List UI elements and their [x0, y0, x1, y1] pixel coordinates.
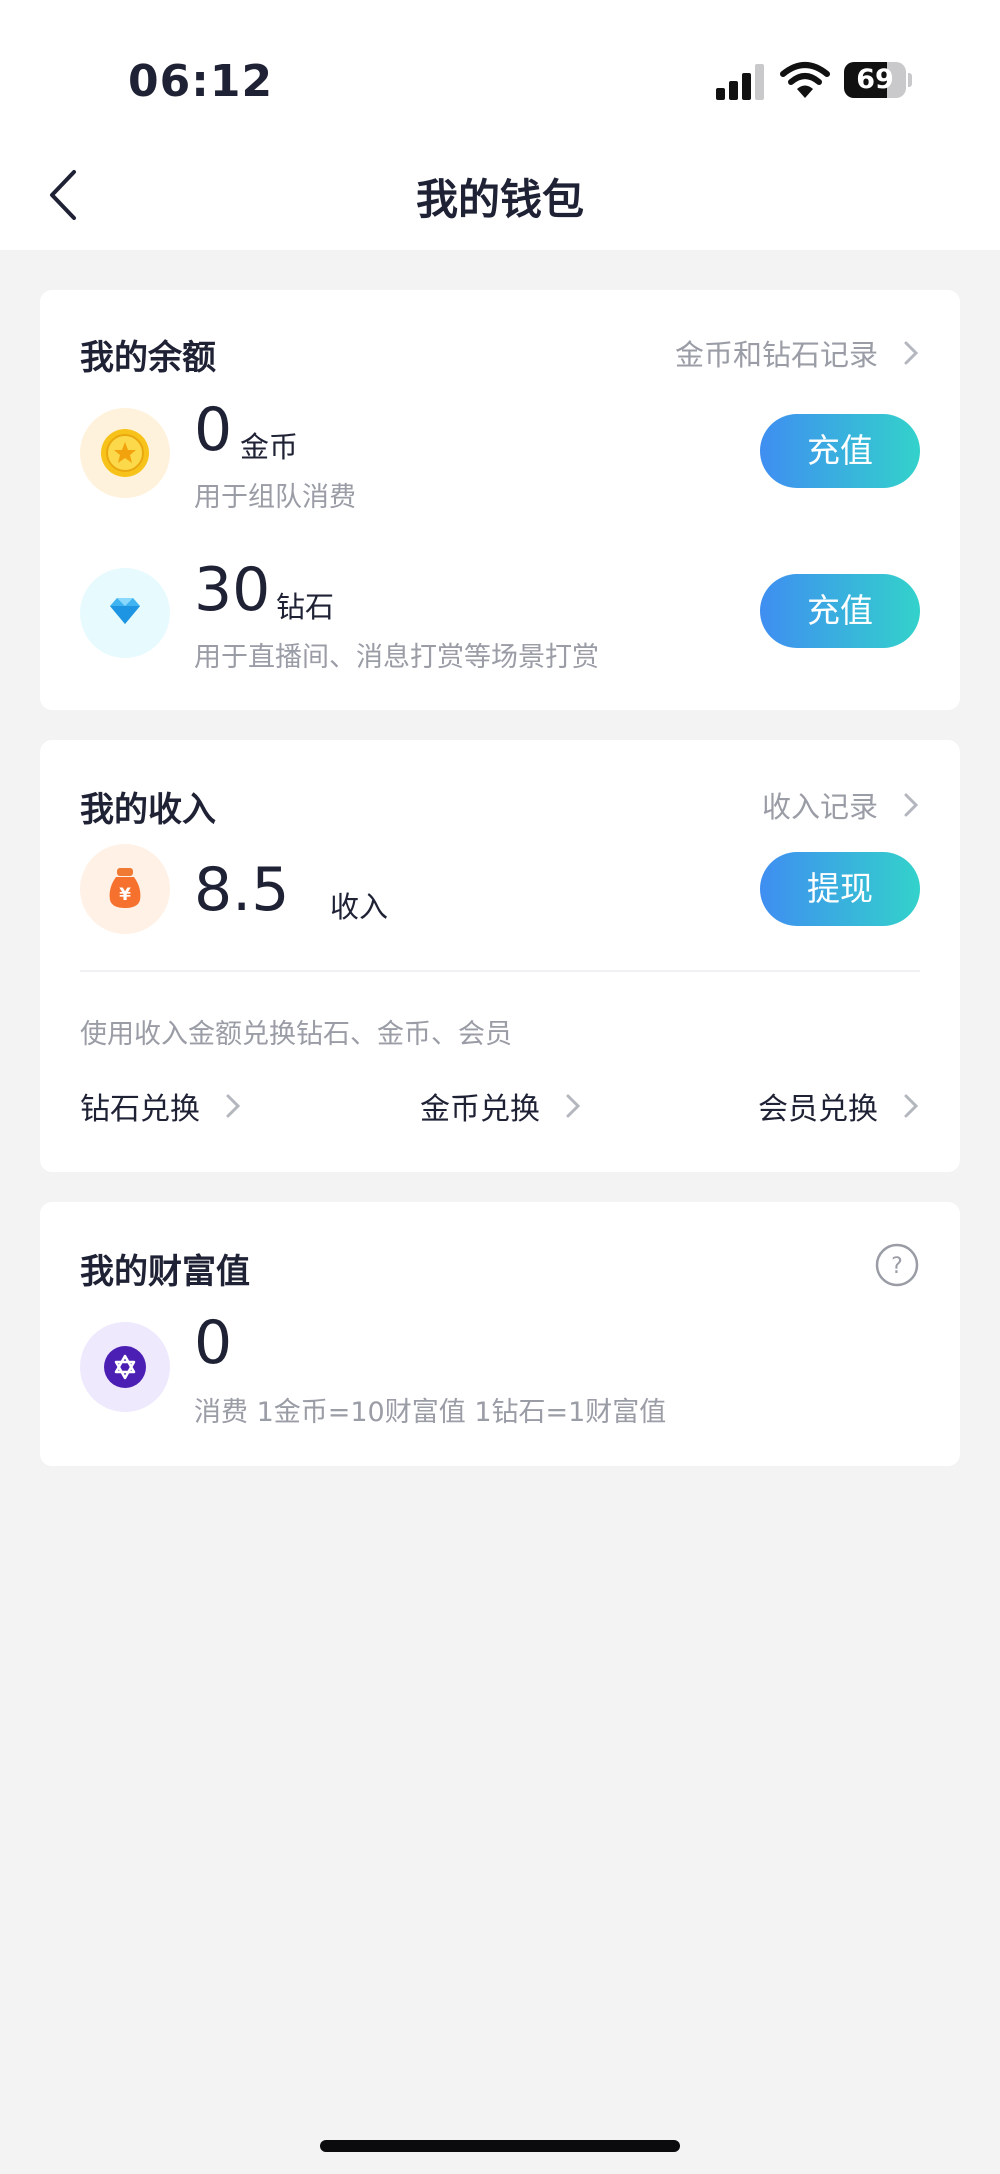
member-exchange-link[interactable]: 会员兑换 — [758, 1084, 920, 1128]
status-time: 06:12 — [128, 56, 274, 107]
wealth-description: 消费 1金币=10财富值 1钻石=1财富值 — [194, 1397, 667, 1428]
chevron-right-icon — [904, 1094, 919, 1118]
diamond-amount: 30 — [194, 555, 271, 625]
battery-indicator: 69 — [844, 62, 912, 98]
chevron-right-icon — [566, 1094, 581, 1118]
cellular-signal-icon — [716, 64, 764, 100]
money-bag-icon: ¥ — [80, 844, 170, 934]
coin-exchange-link[interactable]: 金币兑换 — [420, 1084, 582, 1128]
income-record-label: 收入记录 — [761, 790, 878, 824]
balance-card: 我的余额 金币和钻石记录 0 金币 用于组队消费 充值 30 钻石 用于直播间、… — [40, 290, 960, 710]
income-record-link[interactable]: 收入记录 — [762, 784, 920, 826]
diamond-recharge-button[interactable]: 充值 — [760, 574, 920, 648]
home-indicator — [320, 2140, 680, 2152]
balance-title: 我的余额 — [80, 338, 216, 378]
wealth-title: 我的财富值 — [80, 1252, 250, 1292]
income-amount: 8.5 — [194, 855, 290, 925]
chevron-right-icon — [904, 793, 919, 817]
diamond-description: 用于直播间、消息打赏等场景打赏 — [194, 642, 599, 673]
income-divider — [80, 970, 920, 972]
wifi-icon — [780, 62, 830, 98]
help-question-icon[interactable]: ? — [874, 1242, 920, 1288]
member-exchange-label: 会员兑换 — [758, 1092, 878, 1127]
page-title: 我的钱包 — [415, 175, 584, 224]
diamond-exchange-link[interactable]: 钻石兑换 — [80, 1084, 242, 1128]
chevron-right-icon — [904, 341, 919, 365]
svg-text:¥: ¥ — [119, 885, 131, 905]
income-card: 我的收入 收入记录 ¥ 8.5 收入 提现 使用收入金额兑换钻石、金币、会员 钻… — [40, 740, 960, 1172]
wealth-amount: 0 — [194, 1308, 233, 1378]
svg-text:?: ? — [891, 1254, 903, 1279]
coin-icon — [80, 408, 170, 498]
coin-description: 用于组队消费 — [194, 482, 356, 513]
diamond-exchange-label: 钻石兑换 — [80, 1092, 200, 1127]
wealth-card: 我的财富值 ? 0 消费 1金币=10财富值 1钻石=1财富值 — [40, 1202, 960, 1466]
top-bar: 06:12 69 我的钱包 — [0, 0, 1000, 250]
diamond-icon — [80, 568, 170, 658]
chevron-right-icon — [226, 1094, 241, 1118]
record-link-label: 金币和钻石记录 — [674, 338, 878, 372]
coin-exchange-label: 金币兑换 — [420, 1092, 540, 1127]
income-title: 我的收入 — [80, 790, 216, 830]
wealth-star-icon — [80, 1322, 170, 1412]
exchange-note: 使用收入金额兑换钻石、金币、会员 — [80, 1019, 512, 1050]
coin-amount: 0 — [194, 395, 233, 465]
coin-recharge-button[interactable]: 充值 — [760, 414, 920, 488]
diamond-unit: 钻石 — [276, 590, 335, 624]
battery-level: 69 — [856, 64, 894, 95]
withdraw-button[interactable]: 提现 — [760, 852, 920, 926]
coin-diamond-record-link[interactable]: 金币和钻石记录 — [675, 332, 920, 374]
income-unit: 收入 — [330, 890, 389, 924]
coin-unit: 金币 — [240, 430, 299, 464]
